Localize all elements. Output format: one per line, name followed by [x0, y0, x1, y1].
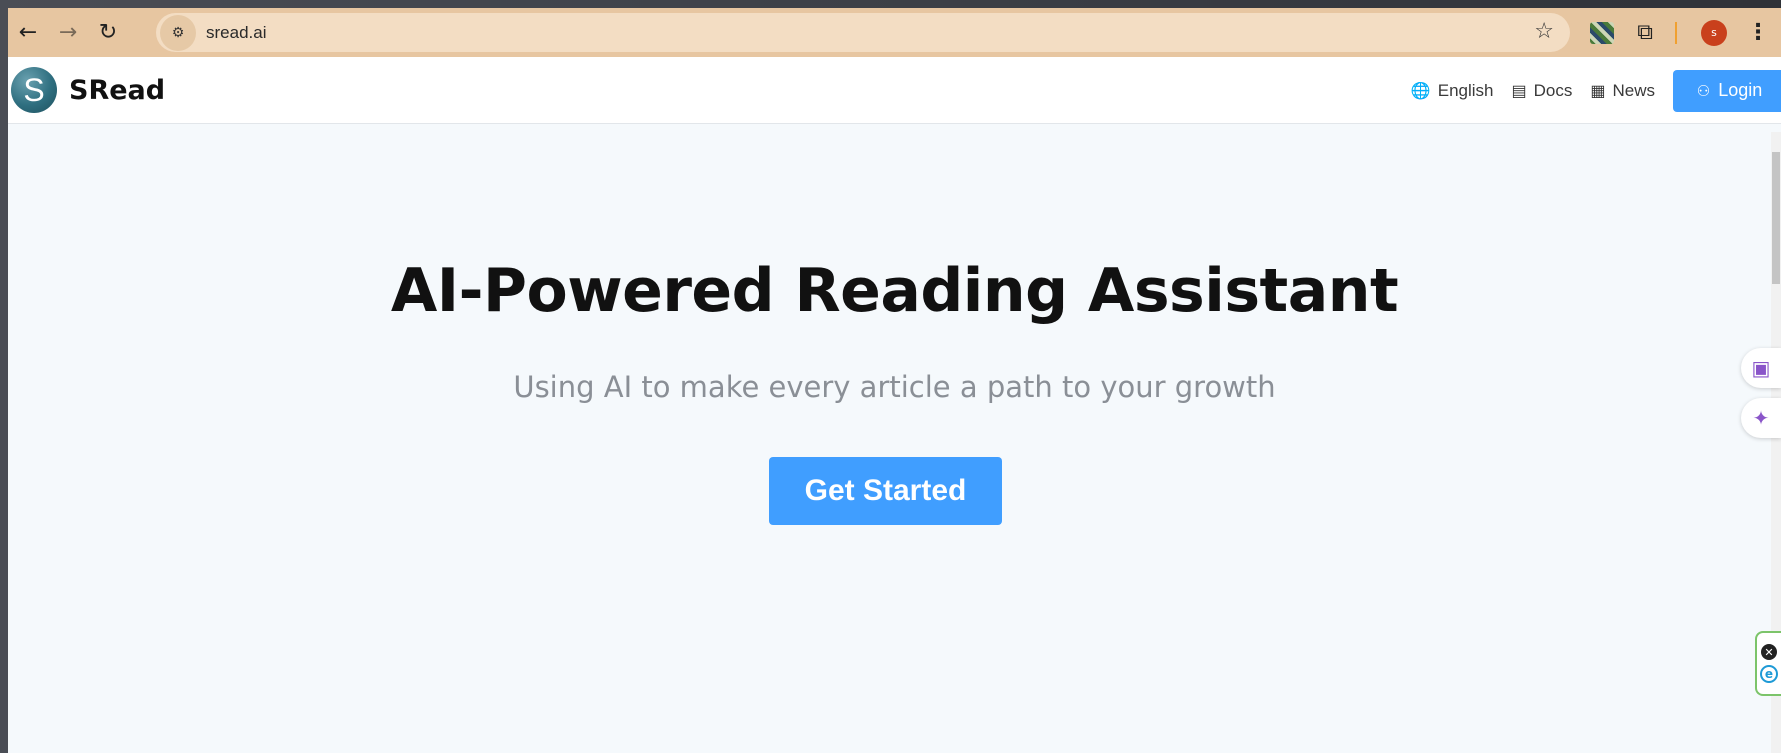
back-button[interactable]: ← — [8, 13, 48, 53]
browser-window: ← → ↻ ⚙ sread.ai ☆ ⧉ s ⋮ S SRead 🌐 Engli… — [8, 8, 1781, 753]
login-button[interactable]: ⚇ Login — [1673, 69, 1781, 112]
extensions-puzzle-icon[interactable]: ⧉ — [1637, 20, 1653, 45]
close-icon[interactable]: ✕ — [1761, 644, 1777, 660]
scrollbar-thumb[interactable] — [1772, 152, 1780, 284]
toolbar-right: ⧉ s ⋮ — [1577, 8, 1781, 57]
extension-e-icon[interactable]: e — [1760, 665, 1778, 683]
toolbar-divider — [1675, 21, 1677, 44]
brand-name[interactable]: SRead — [69, 75, 165, 106]
nav-language[interactable]: 🌐 English — [1411, 81, 1494, 101]
reload-icon: ↻ — [98, 20, 118, 45]
document-icon: ▤ — [1511, 82, 1527, 100]
floating-ai-button[interactable]: ✦ — [1741, 398, 1781, 438]
nav-docs[interactable]: ▤ Docs — [1512, 81, 1573, 101]
newspaper-icon: ▦ — [1590, 82, 1606, 100]
back-arrow-icon: ← — [18, 20, 38, 45]
hero-title: AI-Powered Reading Assistant — [390, 256, 1399, 326]
globe-icon: 🌐 — [1410, 82, 1431, 100]
nav-news[interactable]: ▦ News — [1590, 81, 1655, 101]
browser-toolbar: ← → ↻ ⚙ sread.ai ☆ ⧉ s ⋮ — [8, 8, 1781, 57]
browser-menu-icon[interactable]: ⋮ — [1747, 20, 1769, 45]
bookmark-star-icon[interactable]: ☆ — [1534, 19, 1554, 44]
sread-logo-icon[interactable]: S — [11, 67, 57, 113]
reload-button[interactable]: ↻ — [88, 13, 128, 53]
extension-icon[interactable] — [1590, 21, 1615, 44]
floating-doc-button[interactable]: ▣ — [1741, 348, 1781, 388]
forward-button[interactable]: → — [48, 13, 88, 53]
extension-side-widget: ✕ e — [1755, 631, 1781, 696]
address-bar[interactable]: ⚙ sread.ai ☆ — [156, 13, 1570, 52]
login-label: Login — [1718, 80, 1763, 100]
nav-docs-label: Docs — [1533, 80, 1573, 100]
profile-avatar[interactable]: s — [1701, 19, 1727, 46]
url-text[interactable]: sread.ai — [206, 23, 266, 43]
forward-arrow-icon: → — [58, 20, 78, 45]
hero-subtitle: Using AI to make every article a path to… — [513, 370, 1276, 404]
header-nav: 🌐 English ▤ Docs ▦ News ⚇ Login — [1411, 57, 1781, 124]
sparkle-icon: ✦ — [1752, 406, 1770, 430]
user-icon: ⚇ — [1696, 82, 1711, 100]
nav-news-label: News — [1612, 80, 1655, 100]
site-header: S SRead 🌐 English ▤ Docs ▦ News ⚇ Login — [8, 57, 1781, 124]
document-icon: ▣ — [1751, 356, 1771, 380]
site-info-button[interactable]: ⚙ — [160, 14, 196, 51]
nav-language-label: English — [1437, 80, 1494, 100]
tune-icon: ⚙ — [171, 24, 185, 41]
get-started-button[interactable]: Get Started — [769, 457, 1002, 525]
